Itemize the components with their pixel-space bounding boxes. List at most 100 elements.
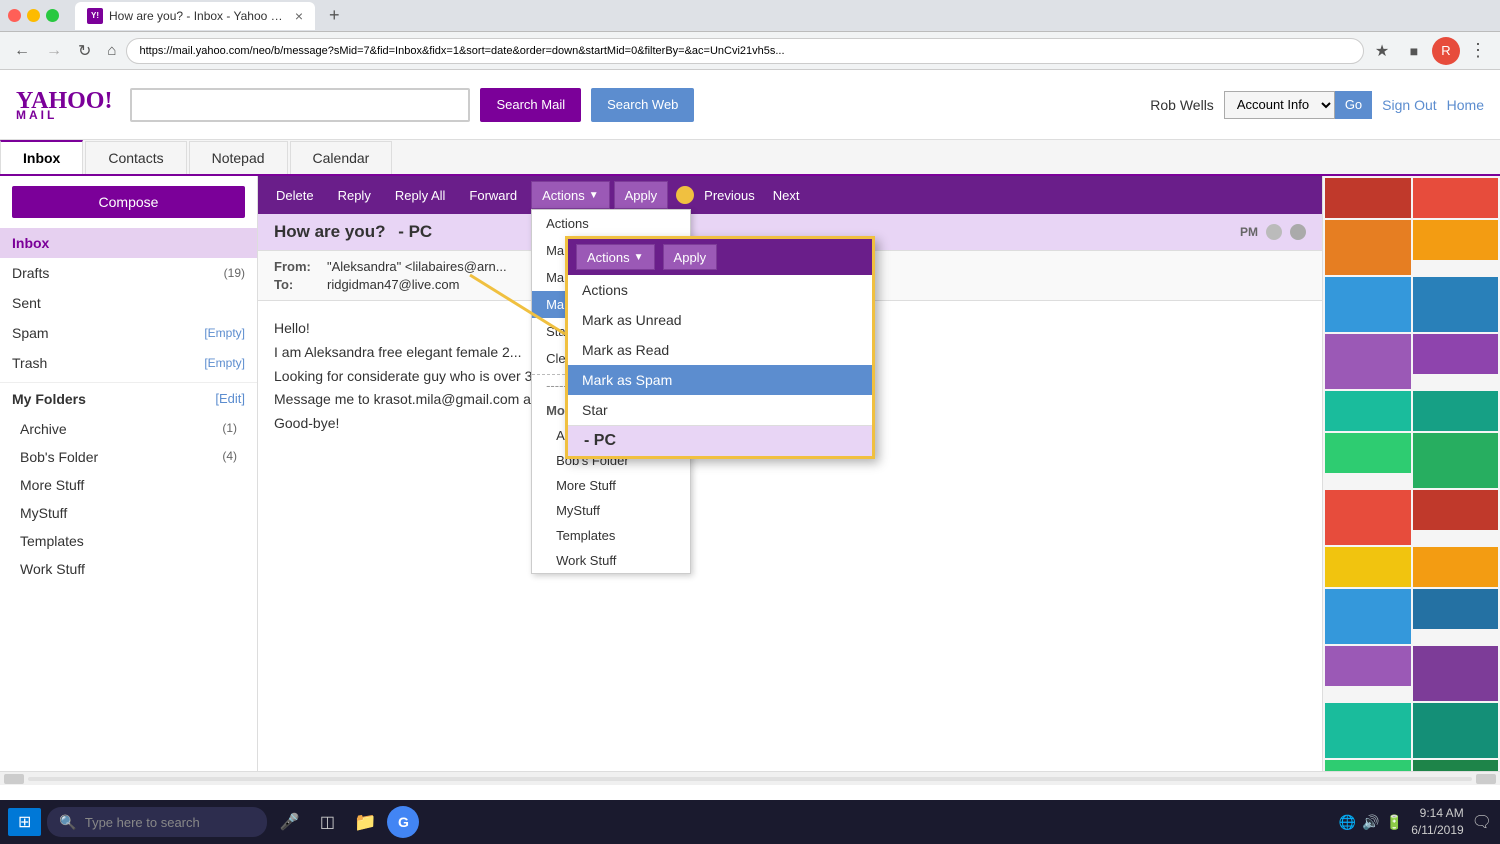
address-bar[interactable]	[126, 38, 1364, 64]
home-nav-button[interactable]: ⌂	[101, 38, 122, 63]
callout-item-mark-unread[interactable]: Mark as Unread	[568, 305, 872, 335]
ad-cell-15[interactable]	[1413, 547, 1499, 587]
profile-icon[interactable]: R	[1432, 37, 1460, 65]
ad-cell-3[interactable]	[1413, 220, 1499, 260]
refresh-button[interactable]: ↻	[72, 37, 97, 65]
ad-cell-19[interactable]	[1413, 646, 1499, 701]
ad-cell-23[interactable]	[1413, 760, 1499, 771]
callout-item-mark-read[interactable]: Mark as Read	[568, 335, 872, 365]
go-button[interactable]: Go	[1335, 91, 1372, 119]
reply-button[interactable]: Reply	[328, 184, 381, 207]
win-close-btn[interactable]	[8, 9, 21, 22]
compose-button[interactable]: Compose	[12, 186, 245, 218]
battery-icon[interactable]: 🔋	[1386, 814, 1403, 831]
ad-cell-9[interactable]	[1413, 391, 1499, 431]
from-label: From:	[274, 259, 319, 274]
ad-cell-12[interactable]	[1325, 490, 1411, 545]
callout-item-actions[interactable]: Actions	[568, 275, 872, 305]
ad-cell-4[interactable]	[1325, 277, 1411, 332]
dropdown-folder-mystuff[interactable]: MyStuff	[532, 498, 690, 523]
task-view-icon[interactable]: ◫	[311, 806, 343, 838]
dropdown-item-actions-header[interactable]: Actions	[532, 210, 690, 237]
sidebar-item-trash[interactable]: Trash [Empty]	[0, 348, 257, 378]
apply-button[interactable]: Apply	[614, 181, 669, 209]
menu-icon[interactable]: ⋮	[1464, 37, 1492, 65]
callout-toolbar: Actions ▼ Apply	[568, 239, 872, 275]
sidebar-folder-archive[interactable]: Archive (1)	[0, 415, 257, 443]
callout-actions-button[interactable]: Actions ▼	[576, 244, 655, 270]
callout-item-star[interactable]: Star	[568, 395, 872, 425]
home-button[interactable]: Home	[1447, 97, 1484, 113]
ad-cell-14[interactable]	[1325, 547, 1411, 587]
ad-cell-5[interactable]	[1413, 277, 1499, 332]
sidebar-item-spam[interactable]: Spam [Empty]	[0, 318, 257, 348]
sidebar-folder-bobs[interactable]: Bob's Folder (4)	[0, 443, 257, 471]
ad-cell-1[interactable]	[1413, 178, 1499, 218]
star-icon[interactable]	[1266, 224, 1282, 240]
win-min-btn[interactable]	[27, 9, 40, 22]
dropdown-folder-workstuff[interactable]: Work Stuff	[532, 548, 690, 573]
mic-icon[interactable]: 🎤	[273, 806, 305, 838]
tab-calendar[interactable]: Calendar	[290, 141, 393, 174]
account-info-select[interactable]: Account Info	[1224, 91, 1335, 119]
extensions-icon[interactable]: ■	[1400, 37, 1428, 65]
sidebar-folder-morestuff[interactable]: More Stuff	[0, 471, 257, 499]
tab-inbox[interactable]: Inbox	[0, 140, 83, 174]
tab-close-icon[interactable]: ×	[295, 8, 303, 24]
callout-dropdown: Actions Mark as Unread Mark as Read Mark…	[568, 275, 872, 425]
sidebar-folder-mystuff[interactable]: MyStuff	[0, 499, 257, 527]
ad-cell-11[interactable]	[1413, 433, 1499, 488]
delete-button[interactable]: Delete	[266, 184, 324, 207]
start-button[interactable]: ⊞	[8, 808, 41, 836]
next-button[interactable]: Next	[765, 184, 808, 207]
printable-view-icon[interactable]	[1290, 224, 1306, 240]
forward-button[interactable]: Forward	[459, 184, 527, 207]
time-display[interactable]: 9:14 AM 6/11/2019	[1411, 805, 1464, 839]
tab-notepad[interactable]: Notepad	[189, 141, 288, 174]
ad-cell-2[interactable]	[1325, 220, 1411, 275]
new-tab-button[interactable]: +	[323, 5, 346, 26]
ad-cell-17[interactable]	[1413, 589, 1499, 629]
search-input[interactable]	[130, 88, 470, 122]
callout-apply-button[interactable]: Apply	[663, 244, 718, 270]
ad-cell-20[interactable]	[1325, 703, 1411, 758]
browser-tab[interactable]: Y! How are you? - Inbox - Yahoo M... ×	[75, 2, 315, 30]
chrome-icon[interactable]: G	[387, 806, 419, 838]
callout-item-mark-spam[interactable]: Mark as Spam	[568, 365, 872, 395]
tab-contacts[interactable]: Contacts	[85, 141, 186, 174]
sidebar-item-inbox[interactable]: Inbox	[0, 228, 257, 258]
network-icon[interactable]: 🌐	[1339, 814, 1356, 831]
ad-cell-7[interactable]	[1413, 334, 1499, 374]
ad-cell-6[interactable]	[1325, 334, 1411, 389]
ad-cell-18[interactable]	[1325, 646, 1411, 686]
forward-button[interactable]: →	[40, 38, 68, 64]
file-explorer-icon[interactable]: 📁	[349, 806, 381, 838]
dropdown-folder-templates[interactable]: Templates	[532, 523, 690, 548]
sidebar-item-sent[interactable]: Sent	[0, 288, 257, 318]
volume-icon[interactable]: 🔊	[1362, 814, 1379, 831]
dropdown-folder-morestuff[interactable]: More Stuff	[532, 473, 690, 498]
previous-button[interactable]: Previous	[696, 184, 763, 207]
edit-folders-link[interactable]: [Edit]	[215, 391, 245, 407]
search-web-button[interactable]: Search Web	[591, 88, 694, 122]
win-max-btn[interactable]	[46, 9, 59, 22]
reply-all-button[interactable]: Reply All	[385, 184, 456, 207]
ad-cell-13[interactable]	[1413, 490, 1499, 530]
sign-out-button[interactable]: Sign Out	[1382, 97, 1436, 113]
ad-cell-0[interactable]	[1325, 178, 1411, 218]
ad-cell-16[interactable]	[1325, 589, 1411, 644]
search-mail-button[interactable]: Search Mail	[480, 88, 581, 122]
back-button[interactable]: ←	[8, 38, 36, 64]
ad-cell-21[interactable]	[1413, 703, 1499, 758]
ad-cell-8[interactable]	[1325, 391, 1411, 431]
ad-cell-22[interactable]	[1325, 760, 1411, 771]
bookmark-icon[interactable]: ★	[1368, 37, 1396, 65]
ad-cell-10[interactable]	[1325, 433, 1411, 473]
horizontal-scrollbar[interactable]	[0, 771, 1500, 785]
actions-dropdown-button[interactable]: Actions ▼	[531, 181, 610, 209]
notification-icon[interactable]: 🗨	[1472, 812, 1492, 832]
sidebar-folder-templates[interactable]: Templates	[0, 527, 257, 555]
sidebar-folder-workstuff[interactable]: Work Stuff	[0, 555, 257, 583]
task-search-bar[interactable]: 🔍 Type here to search	[47, 807, 267, 837]
sidebar-item-drafts[interactable]: Drafts (19)	[0, 258, 257, 288]
